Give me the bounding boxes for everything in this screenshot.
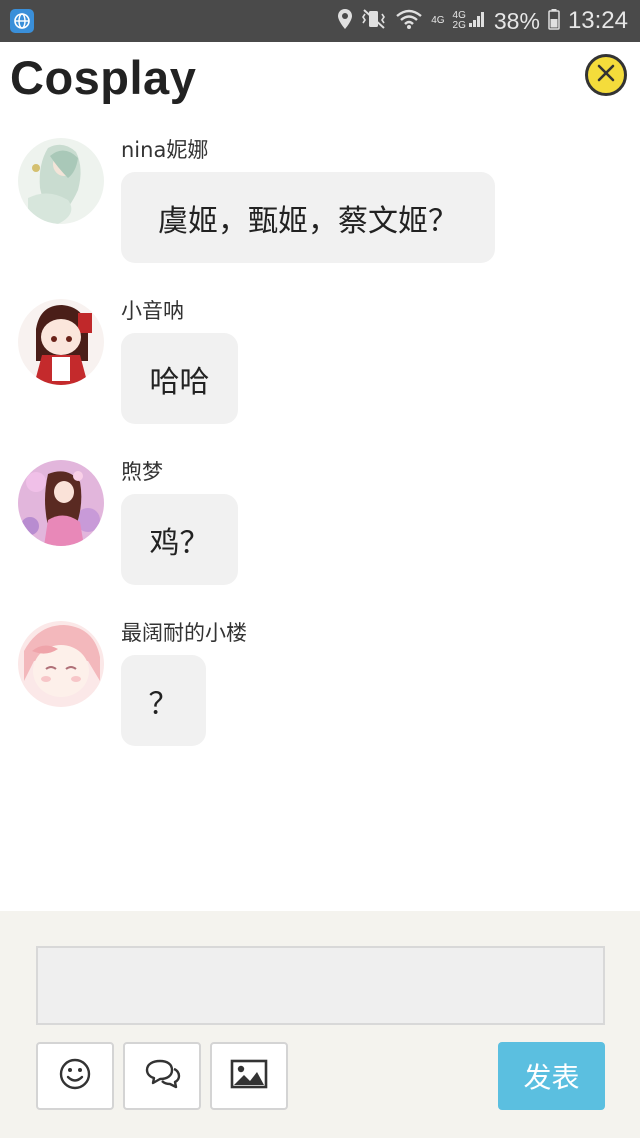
sender-name: 小音呐 [121,299,184,323]
browser-globe-icon [10,9,34,33]
status-indicators: 4G 4G 2G 38% 13:24 [337,0,628,42]
sender-name: 煦梦 [121,460,163,484]
image-icon [230,1059,268,1093]
dual-network-indicator: 4G 2G [453,10,486,33]
message-bubble: ？ [121,655,206,746]
battery-icon [548,8,560,35]
page-header: Cosplay [0,42,640,122]
avatar[interactable] [18,621,104,707]
vibrate-mute-icon [361,8,387,35]
avatar[interactable] [18,138,104,224]
smiley-icon [58,1057,92,1095]
battery-percent: 38% [493,7,540,34]
signal-icon [468,10,486,33]
wifi-icon [395,8,423,35]
status-bar: 4G 4G 2G 38% 13:24 [0,0,640,42]
comment-input[interactable] [36,946,605,1025]
comment-composer: 发表 [0,911,640,1138]
send-button[interactable]: 发表 [498,1042,605,1110]
network-4g-label: 4G [431,15,445,26]
message-bubble: 虞姬，甄姬，蔡文姬？ [121,172,495,263]
avatar[interactable] [18,299,104,385]
page-title: Cosplay [10,51,197,104]
avatar[interactable] [18,460,104,546]
image-button[interactable] [210,1042,288,1110]
clock: 13:24 [567,7,628,34]
close-button[interactable] [585,54,627,96]
location-icon [337,8,353,35]
chat-bubbles-icon [143,1058,181,1094]
sender-name: nina妮娜 [121,138,209,162]
message-bubble: 哈哈 [121,333,238,424]
message-bubble: 鸡？ [121,494,238,585]
comment-button[interactable] [123,1042,201,1110]
emoji-button[interactable] [36,1042,114,1110]
network-2g-label: 2G [452,20,466,31]
sender-name: 最阔耐的小楼 [121,621,247,645]
close-circle-icon [596,63,616,87]
